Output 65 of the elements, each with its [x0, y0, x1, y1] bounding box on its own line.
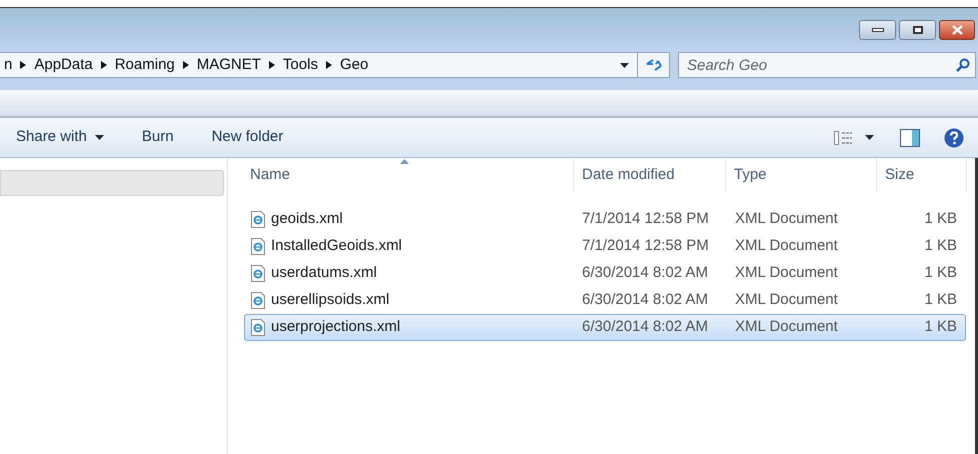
file-name: InstalledGeoids.xml: [271, 236, 402, 256]
column-header[interactable]: Size: [877, 158, 967, 192]
breadcrumb[interactable]: Geo: [336, 54, 372, 76]
caret-icon: [268, 61, 275, 69]
file-row[interactable]: userellipsoids.xml 6/30/2014 8:02 AM XML Document 1 KB: [244, 287, 966, 314]
file-type: XML Document: [735, 291, 838, 308]
file-size: 1 KB: [924, 264, 957, 282]
help-button[interactable]: [944, 128, 964, 148]
file-row[interactable]: userdatums.xml 6/30/2014 8:02 AM XML Document 1 KB: [244, 260, 966, 287]
file-size: 1 KB: [924, 318, 957, 336]
search-field[interactable]: Search Geo: [678, 52, 976, 78]
file-type: XML Document: [735, 264, 838, 282]
preview-pane-button[interactable]: [900, 128, 920, 146]
search-icon: [956, 58, 970, 72]
file-row[interactable]: InstalledGeoids.xml 7/1/2014 12:58 PM XML Document 1 KB: [244, 233, 966, 260]
xml-file-icon: [251, 319, 265, 336]
date-modified: 6/30/2014 8:02 AM: [582, 318, 708, 336]
file-name: geoids.xml: [271, 209, 343, 230]
close-button[interactable]: [939, 20, 975, 40]
caret-icon: [20, 61, 26, 69]
file-name: userellipsoids.xml: [271, 290, 390, 310]
column-header[interactable]: Name: [244, 158, 574, 192]
xml-file-icon: [251, 211, 265, 228]
dropdown-icon: [620, 62, 629, 68]
toolbar-button[interactable]: New folder: [212, 126, 284, 149]
date-modified: 6/30/2014 8:02 AM: [582, 264, 708, 282]
file-name: userdatums.xml: [271, 263, 377, 284]
caret-icon: [100, 61, 107, 69]
file-type: XML Document: [735, 210, 838, 228]
toolbar-button[interactable]: Share with: [16, 126, 104, 149]
view-options-button[interactable]: [834, 130, 874, 144]
breadcrumb[interactable]: Roaming: [110, 54, 179, 76]
file-row[interactable]: geoids.xml 7/1/2014 12:58 PM XML Document 1 KB: [244, 206, 966, 233]
column-header[interactable]: Type: [726, 158, 877, 192]
breadcrumb[interactable]: n: [0, 54, 16, 76]
date-modified: 6/30/2014 8:02 AM: [582, 291, 708, 308]
help-icon: [944, 128, 964, 148]
column-header[interactable]: Date modified: [574, 158, 726, 192]
caret-icon: [865, 135, 874, 140]
xml-file-icon: [251, 292, 265, 309]
file-name: userprojections.xml: [271, 317, 400, 338]
caret-icon: [94, 135, 104, 140]
file-row[interactable]: userprojections.xml 6/30/2014 8:02 AM XML Document 1 KB: [244, 314, 966, 341]
file-type: XML Document: [735, 237, 838, 254]
sort-arrow-icon: [400, 159, 409, 164]
file-size: 1 KB: [924, 291, 957, 308]
maximize-button[interactable]: [899, 20, 936, 40]
file-type: XML Document: [735, 318, 838, 336]
minimize-button[interactable]: [859, 20, 896, 40]
close-icon: [952, 25, 962, 35]
breadcrumb[interactable]: Tools: [278, 54, 322, 76]
xml-file-icon: [251, 265, 265, 282]
details-view-icon: [834, 130, 853, 144]
toolbar-button[interactable]: Burn: [142, 126, 174, 149]
file-size: 1 KB: [924, 210, 957, 228]
caret-icon: [182, 61, 189, 69]
caret-icon: [326, 61, 332, 69]
date-modified: 7/1/2014 12:58 PM: [582, 210, 709, 228]
breadcrumb[interactable]: AppData: [30, 54, 97, 76]
breadcrumb[interactable]: MAGNET: [192, 54, 265, 76]
preview-pane-icon: [900, 128, 920, 146]
date-modified: 7/1/2014 12:58 PM: [582, 237, 709, 254]
address-bar[interactable]: n AppData Roaming MAGNET Tools Geo: [0, 52, 670, 78]
xml-file-icon: [251, 238, 265, 255]
file-size: 1 KB: [924, 237, 957, 254]
